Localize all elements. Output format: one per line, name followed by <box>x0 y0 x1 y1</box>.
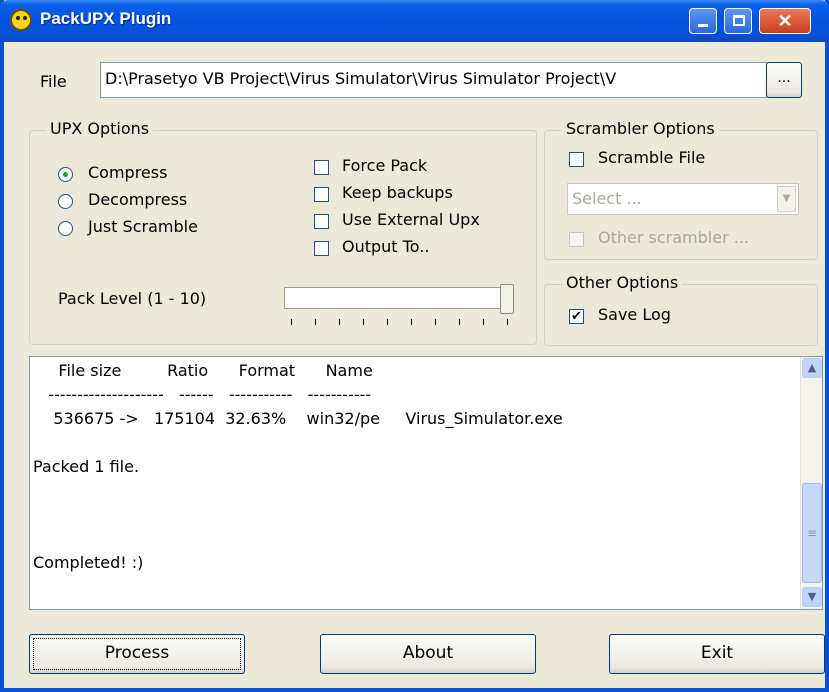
compress-radio[interactable] <box>58 167 73 182</box>
use-external-upx-label[interactable]: Use External Upx <box>342 210 480 229</box>
output-to-label[interactable]: Output To.. <box>342 237 429 256</box>
file-label: File <box>40 72 67 91</box>
window-title: PackUPX Plugin <box>40 9 172 28</box>
slider-tick <box>507 319 508 325</box>
scrambler-select-value: Select ... <box>572 189 642 208</box>
slider-tick <box>411 319 412 325</box>
slider-tick <box>291 319 292 325</box>
slider-tick <box>435 319 436 325</box>
use-external-upx-checkbox[interactable] <box>314 214 329 229</box>
process-button[interactable]: Process <box>29 634 245 674</box>
other-options-group <box>544 284 818 346</box>
keep-backups-checkbox[interactable] <box>314 187 329 202</box>
minimize-button[interactable] <box>689 8 717 34</box>
slider-tick <box>363 319 364 325</box>
packupx-window: PackUPX Plugin ✕ File D:\Prasetyo VB Pro… <box>0 0 829 692</box>
other-scrambler-label: Other scrambler ... <box>598 228 749 247</box>
smiley-icon <box>10 9 32 31</box>
minimize-icon <box>698 24 708 27</box>
upx-options-legend: UPX Options <box>46 119 154 138</box>
slider-tick <box>459 319 460 325</box>
slider-tick <box>315 319 316 325</box>
output-to-checkbox[interactable] <box>314 241 329 256</box>
save-log-label[interactable]: Save Log <box>598 305 671 324</box>
other-scrambler-checkbox <box>569 232 584 247</box>
save-log-checkbox[interactable]: ✔ <box>569 309 584 324</box>
slider-tick <box>339 319 340 325</box>
close-button[interactable]: ✕ <box>759 8 811 34</box>
exit-button[interactable]: Exit <box>609 634 825 674</box>
decompress-label[interactable]: Decompress <box>88 190 187 209</box>
force-pack-label[interactable]: Force Pack <box>342 156 427 175</box>
force-pack-checkbox[interactable] <box>314 160 329 175</box>
title-bar[interactable]: PackUPX Plugin ✕ <box>0 0 829 42</box>
scroll-down-icon[interactable]: ▼ <box>802 587 822 607</box>
pack-level-label: Pack Level (1 - 10) <box>58 289 207 308</box>
maximize-button[interactable] <box>724 8 752 34</box>
file-path-value: D:\Prasetyo VB Project\Virus Simulator\V… <box>105 69 617 88</box>
scrambler-options-legend: Scrambler Options <box>562 119 719 138</box>
pack-level-slider-thumb[interactable] <box>500 284 514 314</box>
log-line: Packed 1 file. <box>33 457 140 476</box>
pack-level-slider-track[interactable] <box>284 287 514 309</box>
decompress-radio[interactable] <box>58 194 73 209</box>
scroll-thumb[interactable]: ≡ <box>802 483 822 583</box>
maximize-icon <box>733 15 745 26</box>
log-line: 536675 -> 175104 32.63% win32/pe Virus_S… <box>33 409 563 428</box>
log-line: -------------------- ------ ----------- … <box>33 385 372 404</box>
file-path-input[interactable]: D:\Prasetyo VB Project\Virus Simulator\V… <box>100 62 767 98</box>
other-options-legend: Other Options <box>562 273 683 292</box>
just-scramble-radio[interactable] <box>58 221 73 236</box>
slider-tick <box>387 319 388 325</box>
keep-backups-label[interactable]: Keep backups <box>342 183 453 202</box>
chevron-down-icon[interactable]: ▼ <box>777 186 796 212</box>
scramble-file-label[interactable]: Scramble File <box>598 148 705 167</box>
close-icon: ✕ <box>777 11 793 31</box>
scramble-file-checkbox[interactable] <box>569 152 584 167</box>
log-line: Completed! :) <box>33 553 144 572</box>
scrambler-select[interactable]: Select ... <box>567 183 799 215</box>
slider-tick <box>483 319 484 325</box>
log-line: File size Ratio Format Name <box>33 361 373 380</box>
just-scramble-label[interactable]: Just Scramble <box>88 217 198 236</box>
scroll-up-icon[interactable]: ▲ <box>802 358 822 378</box>
browse-button[interactable]: ... <box>766 62 802 98</box>
compress-label[interactable]: Compress <box>88 163 167 182</box>
about-button[interactable]: About <box>320 634 536 674</box>
log-output[interactable]: File size Ratio Format Name ------------… <box>29 356 823 610</box>
log-scrollbar[interactable]: ▲ ≡ ▼ <box>800 357 822 609</box>
